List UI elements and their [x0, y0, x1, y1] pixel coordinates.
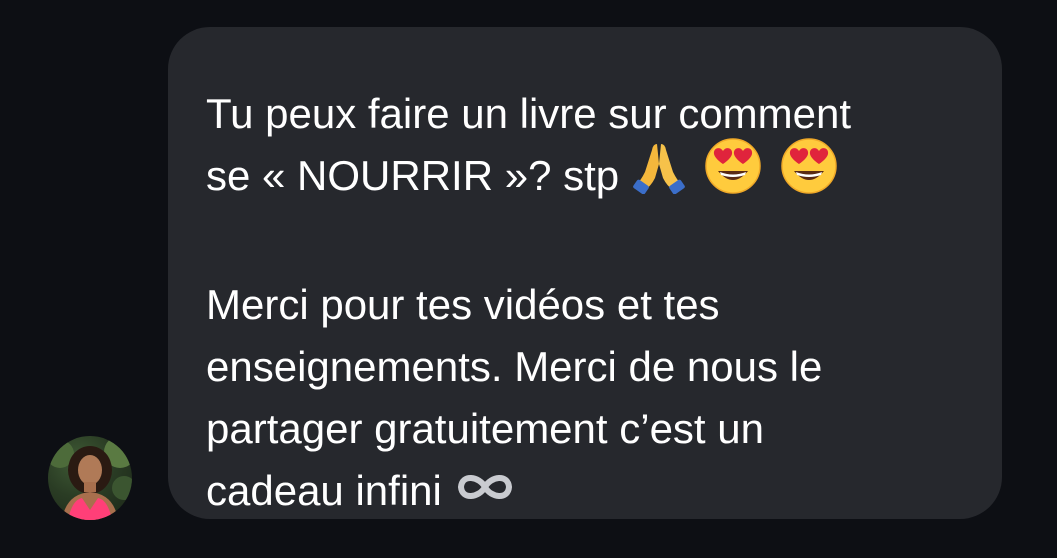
message-bubble[interactable]: Tu peux faire un livre sur comment se « …	[168, 27, 1002, 519]
message-line-2-row: se « NOURRIR »? stp	[206, 138, 838, 199]
message-line-2: se « NOURRIR »? stp	[206, 152, 620, 199]
message-thread: Tu peux faire un livre sur comment se « …	[0, 0, 1057, 558]
folded-hands-icon	[631, 138, 687, 211]
message-paragraph-2: Merci pour tes vidéos et tes enseignemen…	[206, 274, 962, 522]
profile-photo-icon	[48, 436, 132, 520]
heart-eyes-emoji-icon	[780, 137, 838, 212]
message-line-1: Tu peux faire un livre sur comment	[206, 90, 852, 137]
sender-avatar[interactable]	[48, 436, 132, 520]
heart-eyes-emoji-icon	[704, 137, 762, 212]
infinity-icon	[454, 459, 516, 521]
